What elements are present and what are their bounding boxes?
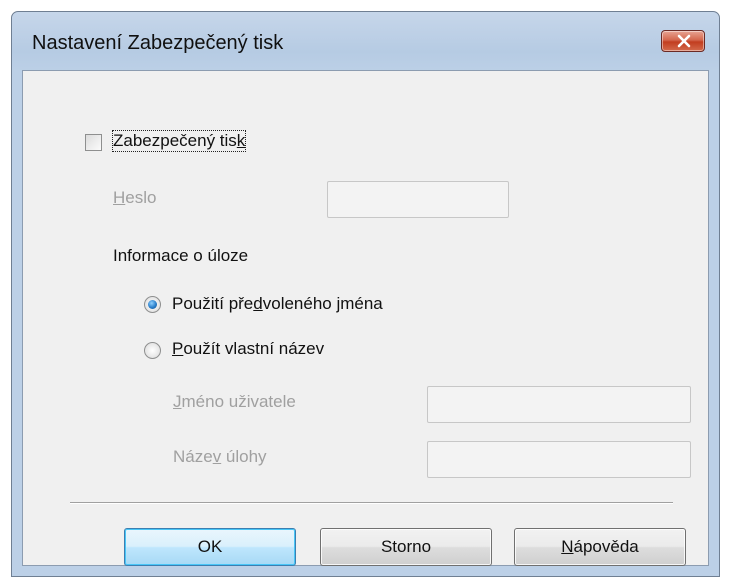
dialog-window: Nastavení Zabezpečený tisk Zabezpečený t… xyxy=(11,11,720,577)
secure-print-label[interactable]: Zabezpečený tisk xyxy=(111,130,247,152)
radio-custom-name[interactable] xyxy=(144,342,161,359)
dialog-content: Zabezpečený tisk Heslo Informace o úloze… xyxy=(22,70,709,566)
window-title: Nastavení Zabezpečený tisk xyxy=(32,32,284,54)
cancel-button[interactable]: Storno xyxy=(320,528,492,566)
radio-default-name-label[interactable]: Použití předvoleného jména xyxy=(172,294,383,314)
job-info-heading: Informace o úloze xyxy=(113,246,249,265)
radio-custom-name-label[interactable]: Použít vlastní název xyxy=(172,339,324,359)
secure-print-checkbox[interactable] xyxy=(85,134,102,151)
job-name-input[interactable] xyxy=(427,441,691,478)
close-icon xyxy=(677,34,691,48)
radio-default-name[interactable] xyxy=(144,296,161,313)
password-input[interactable] xyxy=(327,181,509,218)
user-name-label: Jméno uživatele xyxy=(173,392,296,411)
title-bar[interactable]: Nastavení Zabezpečený tisk xyxy=(12,12,719,72)
password-label: Heslo xyxy=(113,188,157,207)
job-name-label: Název úlohy xyxy=(173,447,267,466)
separator xyxy=(70,502,673,504)
user-name-input[interactable] xyxy=(427,386,691,423)
close-button[interactable] xyxy=(661,30,705,52)
ok-button[interactable]: OK xyxy=(124,528,296,566)
help-button[interactable]: Nápověda xyxy=(514,528,686,566)
